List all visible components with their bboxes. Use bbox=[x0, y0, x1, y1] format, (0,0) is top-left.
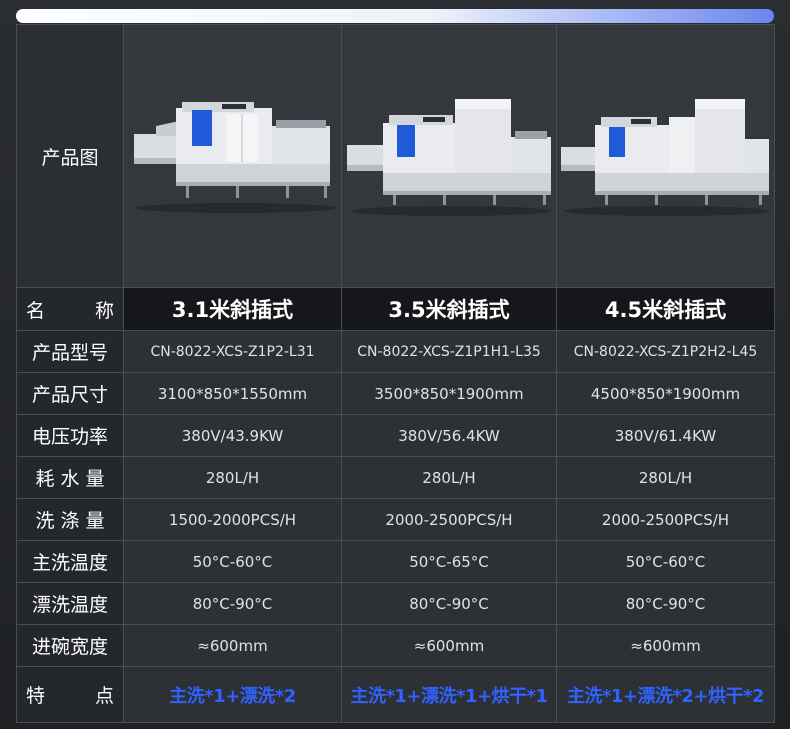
power-2: 380V/56.4KW bbox=[341, 414, 557, 457]
dishwasher-image-1 bbox=[133, 102, 336, 213]
spec-row-inlet-width: 进碗宽度 ≈600mm ≈600mm ≈600mm bbox=[16, 624, 775, 667]
product-image-row: 产品图 bbox=[16, 24, 775, 288]
feature-label-right: 点 bbox=[95, 685, 115, 707]
power-1: 380V/43.9KW bbox=[123, 414, 342, 457]
inlet-width-3: ≈600mm bbox=[556, 624, 775, 667]
capacity-1: 1500-2000PCS/H bbox=[123, 498, 342, 541]
spec-row-capacity: 洗 涤 量 1500-2000PCS/H 2000-2500PCS/H 2000… bbox=[16, 498, 775, 541]
spec-row-rinse-temp: 漂洗温度 80°C-90°C 80°C-90°C 80°C-90°C bbox=[16, 582, 775, 625]
inlet-width-2: ≈600mm bbox=[341, 624, 557, 667]
model-3: CN-8022-XCS-Z1P2H2-L45 bbox=[556, 330, 775, 373]
product-name-2: 3.5米斜插式 bbox=[341, 287, 557, 331]
water-1: 280L/H bbox=[123, 456, 342, 499]
rinse-temp-3: 80°C-90°C bbox=[556, 582, 775, 625]
power-3: 380V/61.4KW bbox=[556, 414, 775, 457]
capacity-3: 2000-2500PCS/H bbox=[556, 498, 775, 541]
size-3: 4500*850*1900mm bbox=[556, 372, 775, 415]
size-2: 3500*850*1900mm bbox=[341, 372, 557, 415]
spec-row-water: 耗 水 量 280L/H 280L/H 280L/H bbox=[16, 456, 775, 499]
feature-2: 主洗*1+漂洗*1+烘干*1 bbox=[341, 666, 557, 723]
spec-row-main-wash-temp: 主洗温度 50°C-60°C 50°C-65°C 50°C-60°C bbox=[16, 540, 775, 583]
row-label-size: 产品尺寸 bbox=[16, 372, 124, 415]
dishwasher-image-2 bbox=[347, 99, 551, 216]
water-2: 280L/H bbox=[341, 456, 557, 499]
row-label-model: 产品型号 bbox=[16, 330, 124, 373]
spec-row-power: 电压功率 380V/43.9KW 380V/56.4KW 380V/61.4KW bbox=[16, 414, 775, 457]
row-label-feature: 特 点 bbox=[16, 666, 124, 723]
water-3: 280L/H bbox=[556, 456, 775, 499]
name-label-left: 名 bbox=[25, 299, 45, 322]
product-image-2 bbox=[341, 24, 557, 288]
row-label-power: 电压功率 bbox=[16, 414, 124, 457]
dishwasher-image-3 bbox=[560, 99, 769, 216]
feature-1: 主洗*1+漂洗*2 bbox=[123, 666, 342, 723]
row-label-name: 名 称 bbox=[16, 287, 124, 331]
main-wash-temp-2: 50°C-65°C bbox=[341, 540, 557, 583]
main-wash-temp-1: 50°C-60°C bbox=[123, 540, 342, 583]
row-label-main-wash-temp: 主洗温度 bbox=[16, 540, 124, 583]
row-label-water: 耗 水 量 bbox=[16, 456, 124, 499]
row-label-image: 产品图 bbox=[16, 24, 124, 288]
spec-row-model: 产品型号 CN-8022-XCS-Z1P2-L31 CN-8022-XCS-Z1… bbox=[16, 330, 775, 373]
model-1: CN-8022-XCS-Z1P2-L31 bbox=[123, 330, 342, 373]
row-label-capacity: 洗 涤 量 bbox=[16, 498, 124, 541]
capacity-2: 2000-2500PCS/H bbox=[341, 498, 557, 541]
inlet-width-1: ≈600mm bbox=[123, 624, 342, 667]
product-image-1 bbox=[123, 24, 342, 288]
main-wash-temp-3: 50°C-60°C bbox=[556, 540, 775, 583]
row-label-inlet-width: 进碗宽度 bbox=[16, 624, 124, 667]
row-label-rinse-temp: 漂洗温度 bbox=[16, 582, 124, 625]
product-name-3: 4.5米斜插式 bbox=[556, 287, 775, 331]
name-row: 名 称 3.1米斜插式 3.5米斜插式 4.5米斜插式 bbox=[16, 287, 775, 331]
spec-row-size: 产品尺寸 3100*850*1550mm 3500*850*1900mm 450… bbox=[16, 372, 775, 415]
feature-label-left: 特 bbox=[25, 685, 45, 707]
product-name-1: 3.1米斜插式 bbox=[123, 287, 342, 331]
top-accent-bar bbox=[16, 9, 774, 23]
spec-table: 产品图 名 称 3.1米斜插式 3.5米斜插式 4.5米斜插式 产品型号 CN-… bbox=[16, 24, 775, 723]
model-2: CN-8022-XCS-Z1P1H1-L35 bbox=[341, 330, 557, 373]
product-image-3 bbox=[556, 24, 775, 288]
size-1: 3100*850*1550mm bbox=[123, 372, 342, 415]
name-label-right: 称 bbox=[95, 299, 115, 322]
feature-3: 主洗*1+漂洗*2+烘干*2 bbox=[556, 666, 775, 723]
rinse-temp-1: 80°C-90°C bbox=[123, 582, 342, 625]
feature-row: 特 点 主洗*1+漂洗*2 主洗*1+漂洗*1+烘干*1 主洗*1+漂洗*2+烘… bbox=[16, 666, 775, 723]
rinse-temp-2: 80°C-90°C bbox=[341, 582, 557, 625]
